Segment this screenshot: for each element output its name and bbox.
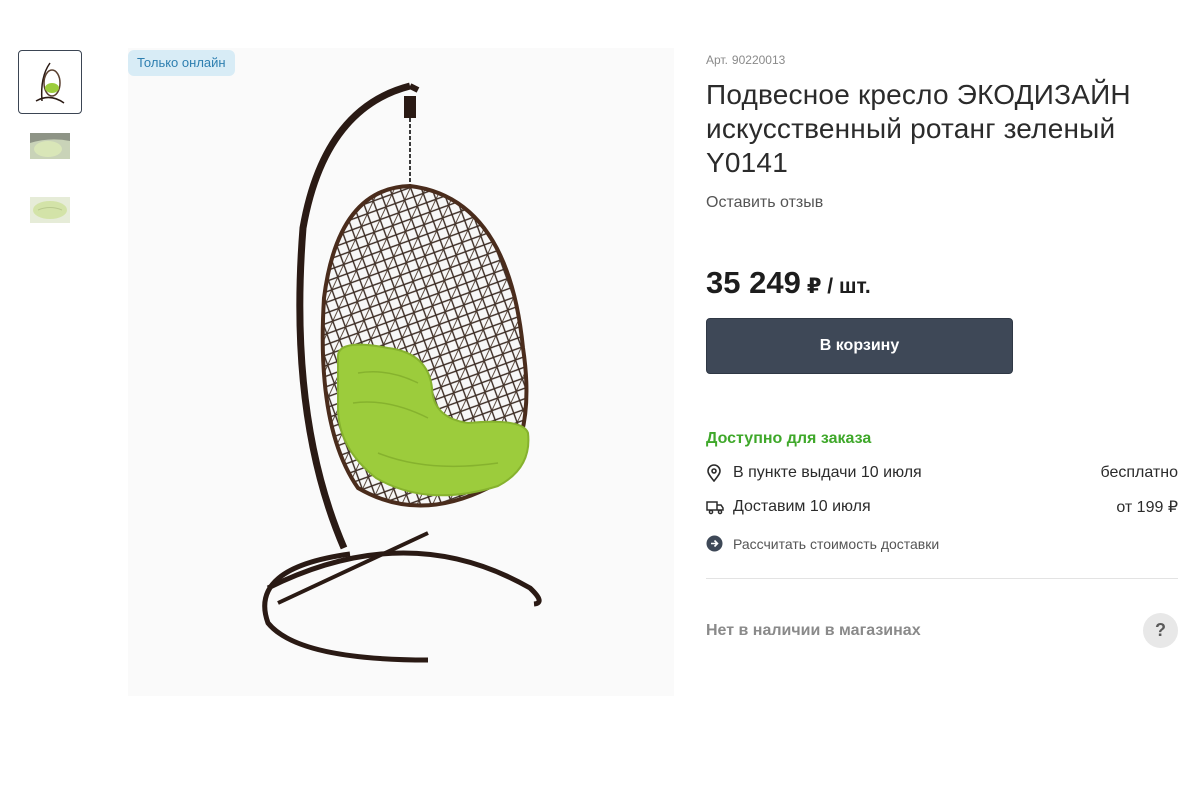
pickup-label: В пункте выдачи 10 июля [733,464,922,481]
availability-status: Доступно для заказа [706,430,872,447]
pickup-row: В пункте выдачи 10 июля бесплатно [706,456,1178,490]
location-pin-icon [706,464,724,482]
delivery-label: Доставим 10 июля [733,498,871,515]
delivery-row: Доставим 10 июля от 199 ₽ [706,490,1178,524]
calculate-delivery-link[interactable]: Рассчитать стоимость доставки [706,535,1178,552]
arrow-right-circle-icon [706,535,723,552]
pickup-price: бесплатно [1100,464,1179,481]
thumbnail-list [18,50,84,242]
product-sku: Арт. 90220013 [706,53,1178,67]
chair-thumbnail-icon [35,62,65,104]
thumbnail-2[interactable] [18,114,82,178]
sku-label: Арт. [706,53,728,67]
leave-review-link[interactable]: Оставить отзыв [706,194,1178,212]
store-availability: Нет в наличии в магазинах ? [706,613,1178,648]
help-button[interactable]: ? [1143,613,1178,648]
add-to-cart-button[interactable]: В корзину [706,318,1013,374]
truck-icon [706,499,724,515]
thumbnail-1[interactable] [18,50,82,114]
store-availability-text: Нет в наличии в магазинах [706,621,921,639]
product-gallery[interactable] [128,48,674,696]
price-value: 35 249 [706,265,801,300]
cushion-thumbnail-icon [30,133,70,159]
product-info: Арт. 90220013 Подвесное кресло ЭКОДИЗАЙН … [706,50,1178,648]
price-block: 35 249 ₽ / шт. [706,265,1178,301]
cushion-closeup-thumbnail-icon [30,197,70,223]
delivery-price: от 199 ₽ [1116,499,1178,516]
divider [706,578,1178,579]
price-unit: ₽ / шт. [806,275,871,298]
hanging-chair-image [262,82,542,663]
thumbnail-3[interactable] [18,178,82,242]
product-title: Подвесное кресло ЭКОДИЗАЙН искусственный… [706,79,1131,178]
calculate-delivery-label: Рассчитать стоимость доставки [733,535,940,552]
online-only-badge: Только онлайн [128,50,235,76]
sku-value: 90220013 [731,53,786,67]
